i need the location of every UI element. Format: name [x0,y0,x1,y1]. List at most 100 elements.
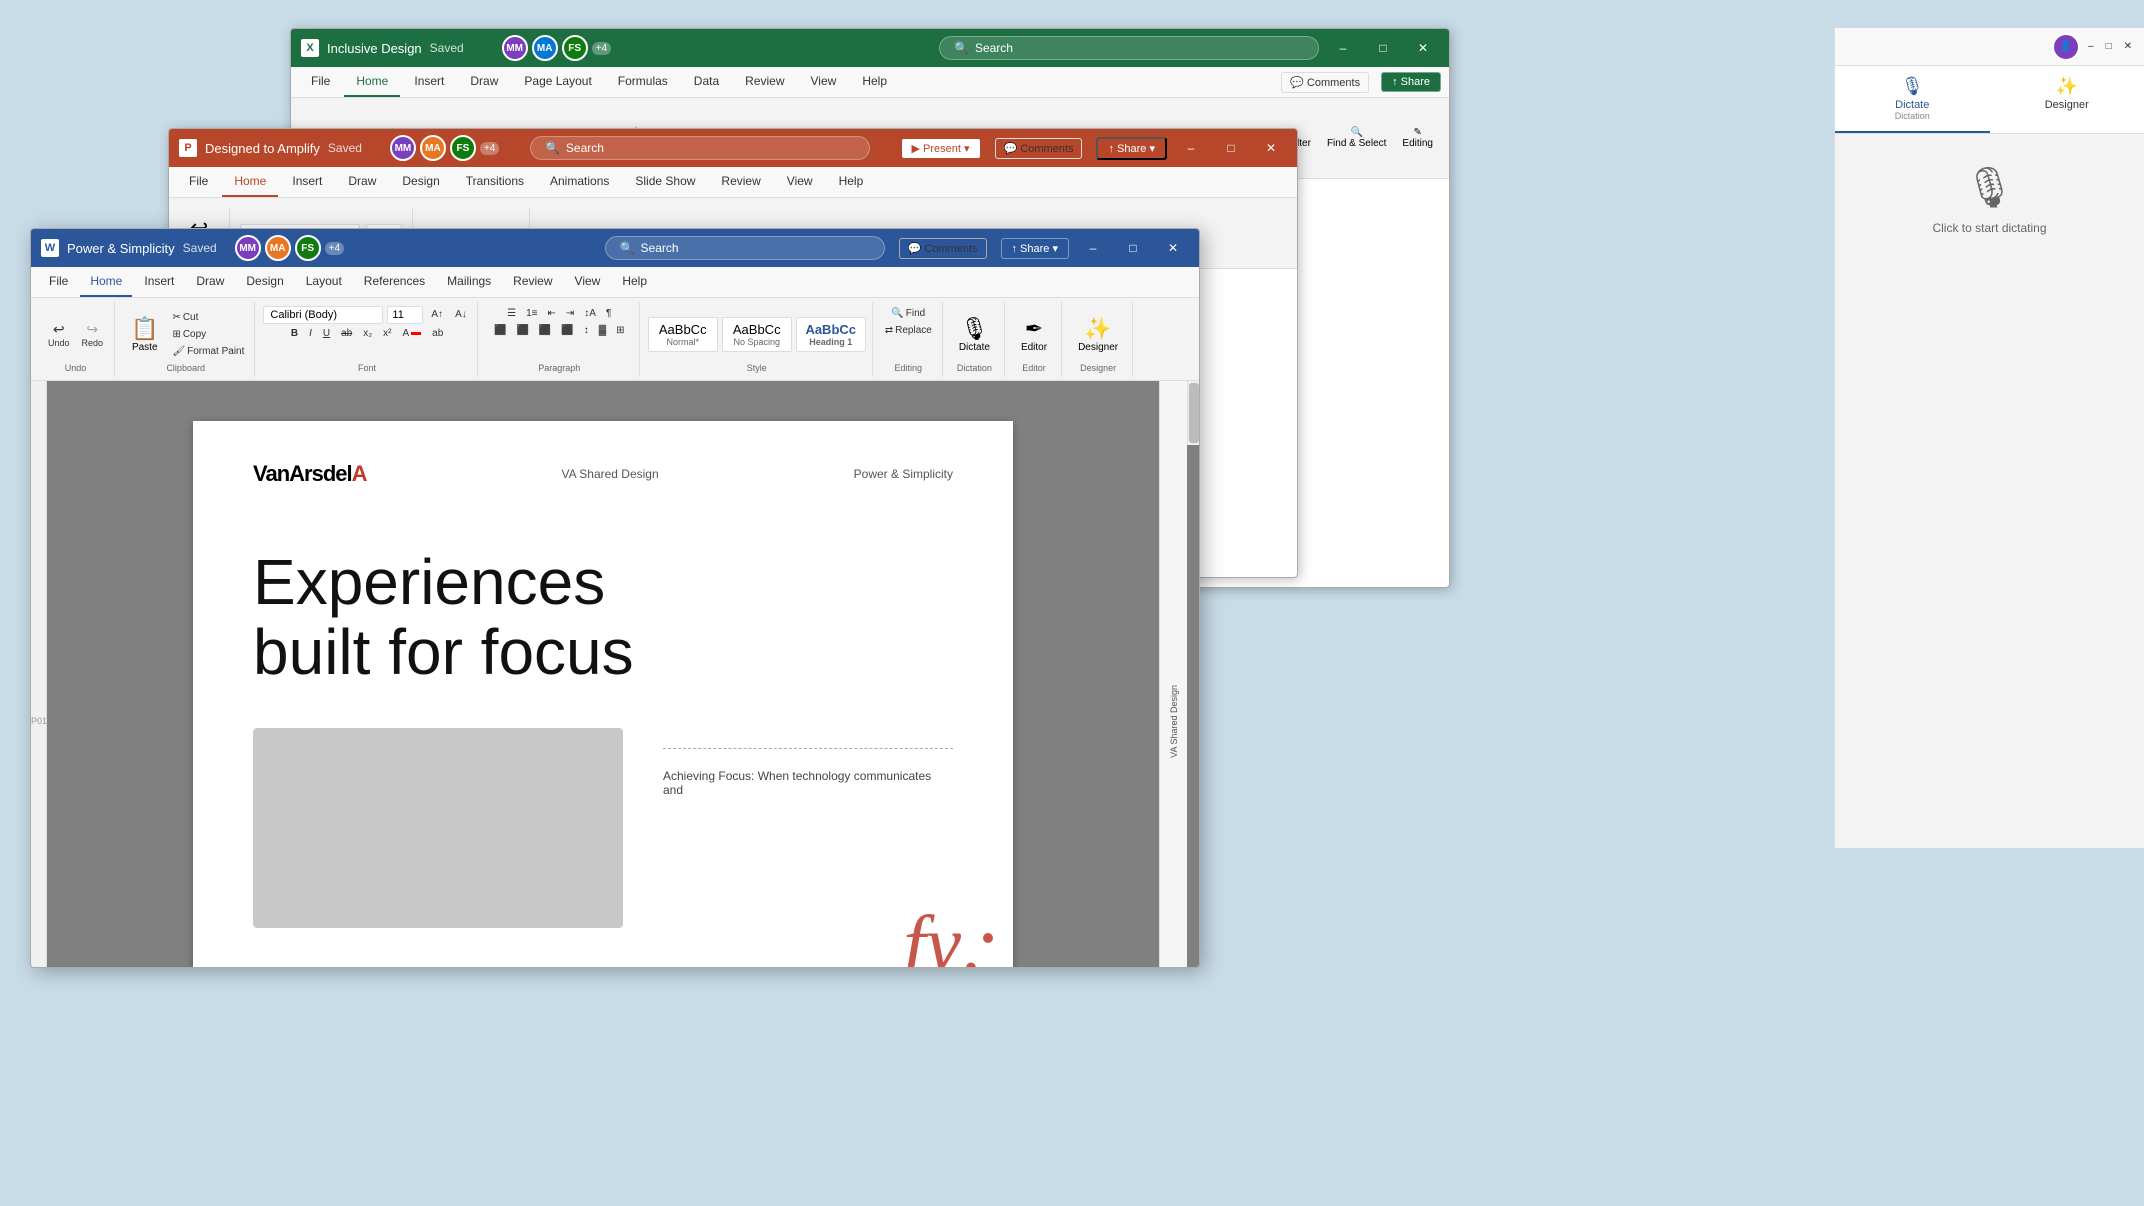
word-tab-mailings[interactable]: Mailings [437,267,501,297]
excel-tab-home[interactable]: Home [344,67,400,97]
align-right-btn[interactable]: ⬛ [535,323,555,338]
excel-tab-insert[interactable]: Insert [402,67,456,97]
excel-tab-pagelayout[interactable]: Page Layout [512,67,603,97]
ppt-tab-insert[interactable]: Insert [280,167,334,197]
ppt-tab-home[interactable]: Home [222,167,278,197]
numbered-list-btn[interactable]: 1≡ [522,306,541,321]
word-tab-references[interactable]: References [354,267,435,297]
word-search-box[interactable]: 🔍 Search [605,236,885,260]
word-underline-btn[interactable]: U [319,326,334,341]
excel-minimize-btn[interactable]: – [1327,35,1359,61]
word-tab-insert[interactable]: Insert [134,267,184,297]
ppt-tab-transitions[interactable]: Transitions [454,167,536,197]
ppt-search-box[interactable]: 🔍 Search [530,136,870,160]
word-comments-btn[interactable]: 💬 Comments [899,238,987,259]
ppt-present-btn[interactable]: ▶ Present ▾ [901,138,981,159]
align-left-btn[interactable]: ⬛ [490,323,510,338]
word-maximize-btn[interactable]: □ [1117,235,1149,261]
ppt-close-btn[interactable]: ✕ [1255,135,1287,161]
word-tab-design[interactable]: Design [236,267,293,297]
word-editor-btn[interactable]: ✒ Editor [1013,312,1055,357]
highlight-btn[interactable]: ab [428,326,447,341]
word-fontsize-input[interactable] [387,306,423,324]
align-center-btn[interactable]: ⬛ [512,323,532,338]
justify-btn[interactable]: ⬛ [557,323,577,338]
word-tab-draw[interactable]: Draw [186,267,234,297]
word-strikethrough-btn[interactable]: ab [337,326,356,341]
ppt-tab-draw[interactable]: Draw [336,167,388,197]
excel-find-btn[interactable]: 🔍Find & Select [1321,123,1392,153]
style-no-spacing[interactable]: AaBbCc No Spacing [722,317,792,352]
excel-tab-review[interactable]: Review [733,67,796,97]
ppt-maximize-btn[interactable]: □ [1215,135,1247,161]
word-share-btn[interactable]: ↑ Share ▾ [1001,238,1070,259]
indent-decrease-btn[interactable]: ⇤ [544,306,560,321]
word-replace-btn[interactable]: ⇄ Replace [881,323,936,338]
word-tab-file[interactable]: File [39,267,78,297]
ppt-tab-design[interactable]: Design [390,167,451,197]
excel-maximize-btn[interactable]: □ [1367,35,1399,61]
word-find-btn[interactable]: 🔍 Find [887,306,929,321]
borders-btn[interactable]: ⊞ [612,323,628,338]
ppt-tab-help[interactable]: Help [827,167,876,197]
excel-tab-help[interactable]: Help [850,67,899,97]
excel-tab-view[interactable]: View [799,67,849,97]
word-designer-btn[interactable]: ✨ Designer [1070,312,1126,357]
word-superscript-btn[interactable]: x² [379,326,395,341]
ppt-tab-review[interactable]: Review [709,167,772,197]
font-grow-btn[interactable]: A↑ [427,307,447,322]
ppt-tab-file[interactable]: File [177,167,220,197]
excel-tab-file[interactable]: File [299,67,342,97]
excel-comments-btn[interactable]: 💬 Comments [1281,72,1369,93]
show-marks-btn[interactable]: ¶ [602,306,615,321]
word-undo-btn[interactable]: ↩ Undo [43,318,75,351]
font-shrink-btn[interactable]: A↓ [451,307,471,322]
word-copy-btn[interactable]: ⊞ Copy [168,327,248,342]
style-heading1[interactable]: AaBbCc Heading 1 [796,317,866,352]
word-tab-home[interactable]: Home [80,267,132,297]
word-cut-btn[interactable]: ✂ Cut [168,310,248,325]
word-paste-btn[interactable]: 📋 Paste [123,312,166,357]
right-panel-minimize[interactable]: – [2084,39,2098,54]
right-panel-close[interactable]: ✕ [2120,39,2136,54]
word-scroll-area[interactable]: P01 VanArsdelA VA Shared Design Power & … [31,381,1199,968]
excel-editing-btn[interactable]: ✎Editing [1396,123,1439,153]
right-panel-tab-designer[interactable]: ✨ Designer [1990,66,2144,133]
word-font-input[interactable] [263,306,383,324]
word-tab-view[interactable]: View [565,267,611,297]
excel-share-btn[interactable]: ↑ Share [1381,72,1441,92]
word-close-btn[interactable]: ✕ [1157,235,1189,261]
excel-tab-formulas[interactable]: Formulas [606,67,680,97]
right-panel-maximize[interactable]: □ [2102,39,2116,54]
word-tab-help[interactable]: Help [612,267,657,297]
ppt-share-btn[interactable]: ↑ Share ▾ [1096,137,1167,160]
ppt-comments-btn[interactable]: 💬 Comments [995,138,1083,159]
word-bold-btn[interactable]: B [287,326,302,341]
font-color-btn[interactable]: A [398,326,425,341]
word-scrollbar[interactable] [1187,381,1199,445]
line-spacing-btn[interactable]: ↕ [580,323,593,338]
word-minimize-btn[interactable]: – [1077,235,1109,261]
word-tab-layout[interactable]: Layout [296,267,352,297]
word-tab-review[interactable]: Review [503,267,562,297]
ppt-tab-animations[interactable]: Animations [538,167,621,197]
excel-tab-data[interactable]: Data [682,67,731,97]
bullet-list-btn[interactable]: ☰ [503,306,520,321]
ppt-minimize-btn[interactable]: – [1175,135,1207,161]
shading-btn[interactable]: ▓ [595,323,610,338]
excel-close-btn[interactable]: ✕ [1407,35,1439,61]
indent-increase-btn[interactable]: ⇥ [562,306,578,321]
page-container[interactable]: VanArsdelA VA Shared Design Power & Simp… [47,381,1159,968]
ppt-tab-view[interactable]: View [775,167,825,197]
word-subscript-btn[interactable]: x₂ [359,326,376,341]
scrollbar-thumb[interactable] [1189,383,1199,443]
ppt-tab-slideshow[interactable]: Slide Show [623,167,707,197]
word-italic-btn[interactable]: I [305,326,316,341]
word-dictate-btn[interactable]: 🎙 Dictate [951,312,998,357]
excel-search-box[interactable]: 🔍 Search [939,36,1319,60]
excel-tab-draw[interactable]: Draw [458,67,510,97]
right-panel-tab-dictation[interactable]: 🎙 Dictate Dictation [1835,66,1990,133]
word-redo-btn[interactable]: ↪ Redo [77,318,109,351]
word-format-paint-btn[interactable]: 🖌 Format Paint [168,344,248,359]
style-normal[interactable]: AaBbCc Normal* [648,317,718,352]
